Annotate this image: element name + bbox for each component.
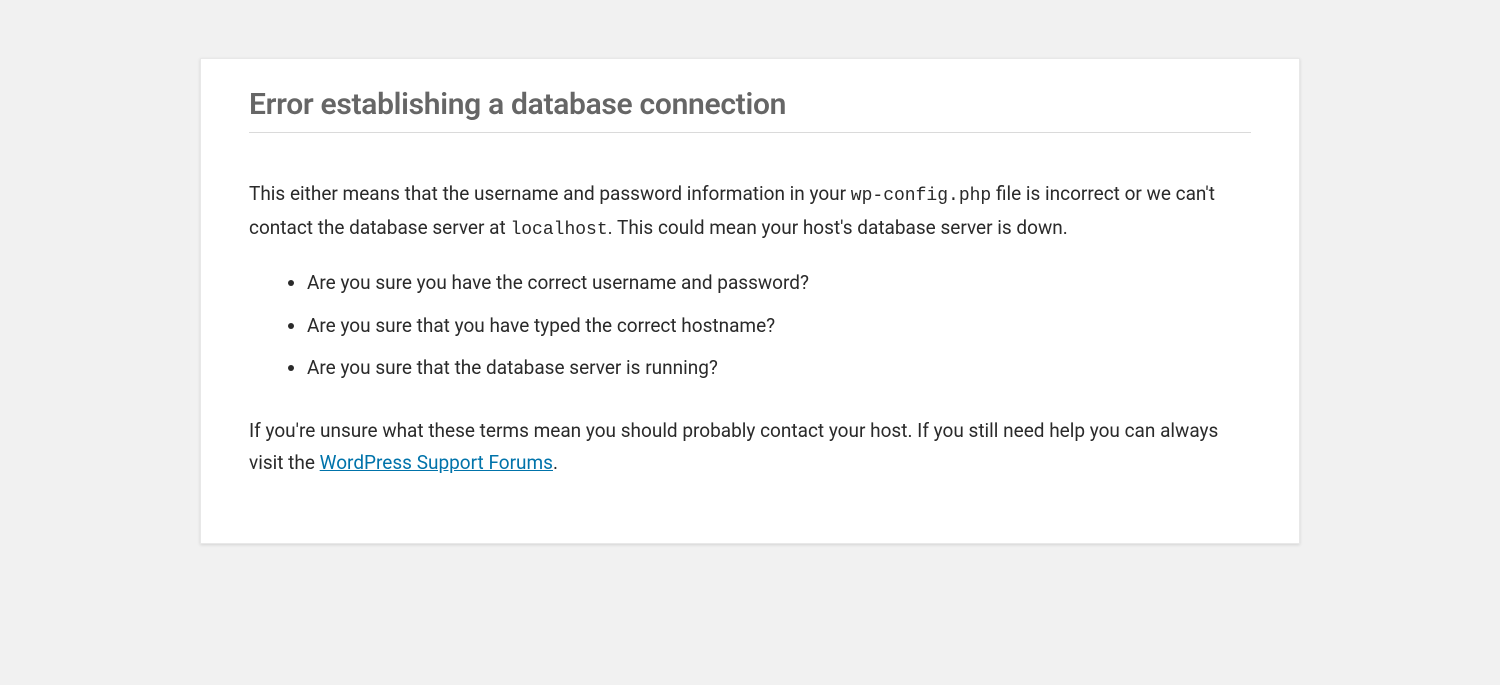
troubleshoot-checklist: Are you sure you have the correct userna… (249, 269, 1251, 383)
list-item: Are you sure you have the correct userna… (307, 269, 1251, 298)
closing-paragraph: If you're unsure what these terms mean y… (249, 415, 1251, 480)
support-forums-link[interactable]: WordPress Support Forums (320, 451, 553, 474)
intro-text-3: . This could mean your host's database s… (608, 216, 1068, 239)
db-host-code: localhost (510, 220, 607, 240)
page-title: Error establishing a database connection (249, 87, 1251, 133)
error-page-card: Error establishing a database connection… (200, 58, 1300, 544)
intro-paragraph: This either means that the username and … (249, 178, 1251, 245)
config-file-code: wp-config.php (851, 186, 991, 206)
intro-text-1: This either means that the username and … (249, 182, 851, 205)
closing-text-2: . (553, 451, 558, 474)
list-item: Are you sure that the database server is… (307, 354, 1251, 383)
list-item: Are you sure that you have typed the cor… (307, 312, 1251, 341)
